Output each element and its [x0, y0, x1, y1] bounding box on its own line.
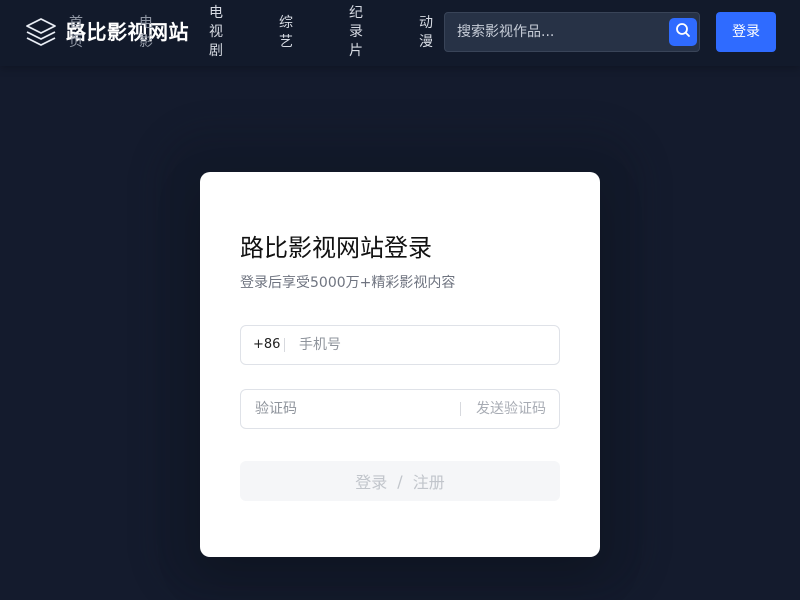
- country-code-prefix[interactable]: +86: [253, 326, 280, 364]
- search-icon: [675, 22, 691, 42]
- verification-code-input[interactable]: [253, 390, 449, 428]
- phone-prefix-divider: [284, 338, 285, 352]
- nav-item-movies[interactable]: 电影: [137, 14, 155, 52]
- phone-number-input[interactable]: [297, 326, 547, 364]
- nav-item-variety[interactable]: 综艺: [277, 14, 295, 52]
- verification-code-field: 发送验证码: [240, 389, 560, 429]
- phone-field: +86: [240, 325, 560, 365]
- search-button[interactable]: [669, 18, 697, 46]
- nav-item-anime[interactable]: 动漫: [417, 14, 435, 52]
- login-register-button[interactable]: 登录 / 注册: [240, 461, 560, 501]
- login-subtitle: 登录后享受5000万+精彩影视内容: [240, 275, 456, 291]
- submit-login-label: 登录: [355, 473, 388, 492]
- nav-item-home[interactable]: 首页: [67, 14, 85, 52]
- login-card: 路比影视网站登录 登录后享受5000万+精彩影视内容 +86 发送验证码 登录 …: [200, 172, 600, 557]
- send-code-button[interactable]: 发送验证码: [476, 390, 546, 428]
- layers-icon: [24, 16, 58, 48]
- search-input[interactable]: [445, 13, 663, 51]
- login-title: 路比影视网站登录: [240, 234, 432, 262]
- nav-item-tv-series[interactable]: 电视剧: [207, 4, 225, 61]
- header-login-button[interactable]: 登录: [716, 12, 776, 52]
- code-divider: [460, 402, 461, 416]
- search-box: [444, 12, 700, 52]
- submit-separator: /: [397, 471, 403, 491]
- nav-item-documentary[interactable]: 纪录片: [347, 4, 365, 61]
- submit-register-label: 注册: [412, 473, 445, 492]
- top-navigation-bar: 路比影视网站 首页 电影 电视剧 综艺 纪录片 动漫 登录: [0, 0, 800, 66]
